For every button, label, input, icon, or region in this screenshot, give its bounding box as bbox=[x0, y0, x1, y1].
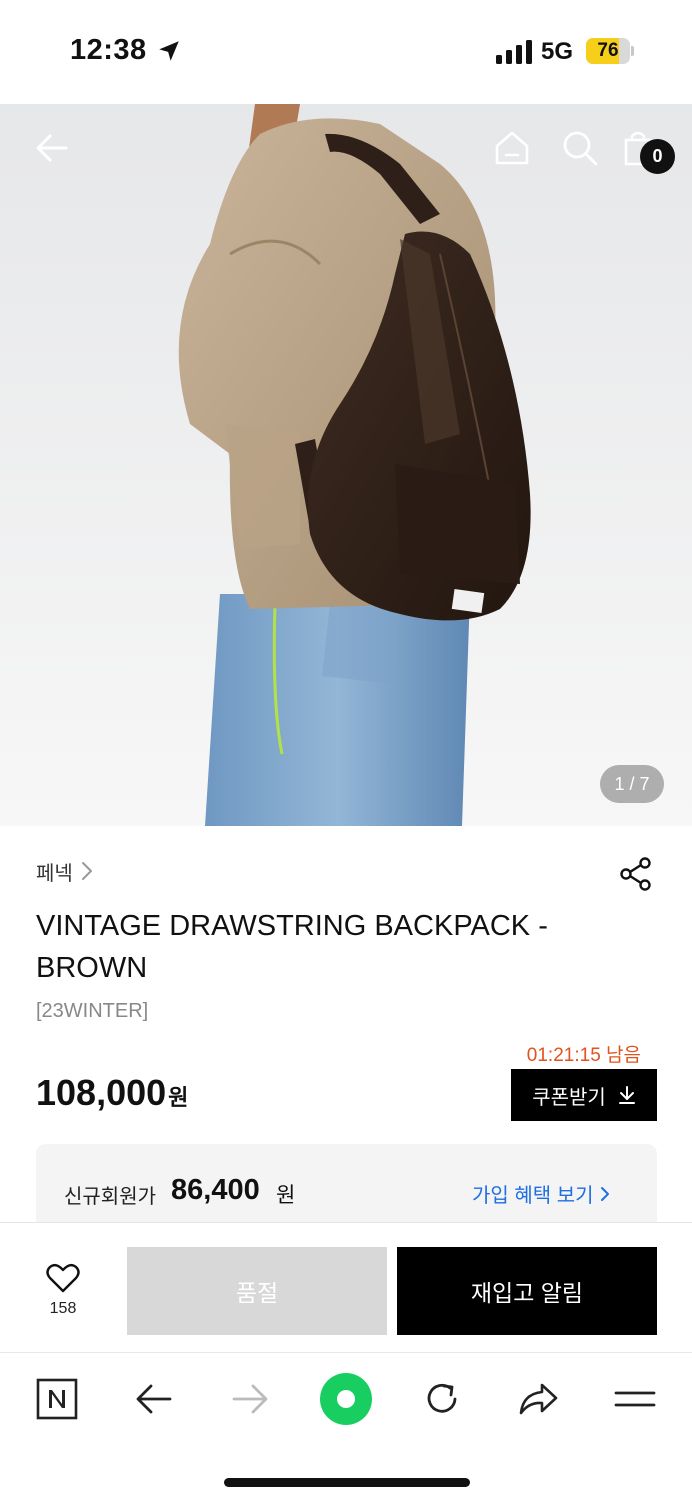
back-arrow-icon[interactable] bbox=[32, 128, 72, 168]
price-unit: 원 bbox=[168, 1085, 189, 1110]
product-photo bbox=[0, 104, 692, 826]
network-type: 5G bbox=[541, 38, 574, 65]
signup-benefit-label: 가입 혜택 보기 bbox=[472, 1185, 594, 1207]
member-price-label: 신규회원가 bbox=[64, 1186, 156, 1208]
soldout-button: 품절 bbox=[127, 1247, 387, 1335]
location-arrow-icon bbox=[159, 41, 179, 61]
brand-name: 페넥 bbox=[36, 862, 73, 885]
home-indicator bbox=[224, 1478, 470, 1487]
brand-link[interactable]: 페넥 bbox=[36, 855, 93, 887]
product-title: VINTAGE DRAWSTRING BACKPACK - BROWN bbox=[36, 910, 548, 984]
menu-icon[interactable] bbox=[613, 1377, 657, 1421]
purchase-bar: 158 품절 재입고 알림 bbox=[0, 1222, 692, 1352]
search-icon[interactable] bbox=[560, 128, 600, 168]
like-button[interactable]: 158 bbox=[30, 1263, 96, 1323]
member-price: 86,400 bbox=[171, 1174, 260, 1206]
chevron-right-icon bbox=[81, 862, 92, 880]
cellular-signal-icon bbox=[496, 40, 532, 64]
status-bar: 12:38 5G 76 bbox=[0, 0, 692, 104]
coupon-download-button[interactable]: 쿠폰받기 bbox=[511, 1069, 657, 1121]
price-amount: 108,000 bbox=[36, 1072, 167, 1113]
refresh-icon[interactable] bbox=[420, 1377, 464, 1421]
like-count: 158 bbox=[49, 1300, 77, 1317]
coupon-countdown: 01:21:15 남음 bbox=[526, 1045, 641, 1066]
heart-icon bbox=[46, 1263, 80, 1293]
browser-toolbar bbox=[0, 1352, 692, 1500]
share-arrow-icon[interactable] bbox=[516, 1377, 560, 1421]
green-dot-icon[interactable] bbox=[318, 1371, 374, 1427]
signup-benefit-link[interactable]: 가입 혜택 보기 bbox=[472, 1179, 610, 1208]
naver-n-icon[interactable] bbox=[35, 1377, 79, 1421]
battery-level: 76 bbox=[597, 40, 619, 61]
member-price-unit: 원 bbox=[276, 1184, 296, 1207]
forward-icon[interactable] bbox=[228, 1377, 272, 1421]
back-icon[interactable] bbox=[132, 1377, 176, 1421]
product-image-carousel[interactable]: 1 / 7 bbox=[0, 104, 692, 826]
share-icon[interactable] bbox=[618, 856, 654, 892]
coupon-label: 쿠폰받기 bbox=[532, 1086, 606, 1109]
restock-alert-button[interactable]: 재입고 알림 bbox=[397, 1247, 657, 1335]
battery-indicator: 76 bbox=[586, 38, 634, 64]
download-icon bbox=[618, 1086, 635, 1104]
product-price: 108,000 원 bbox=[36, 1072, 188, 1114]
product-season-tag: [23WINTER] bbox=[36, 1000, 149, 1022]
status-time: 12:38 bbox=[70, 34, 147, 66]
chevron-right-icon bbox=[600, 1186, 609, 1201]
image-page-indicator: 1 / 7 bbox=[600, 765, 664, 803]
new-member-price-box: 신규회원가 86,400 원 가입 혜택 보기 bbox=[36, 1144, 657, 1224]
home-icon[interactable] bbox=[492, 128, 532, 168]
cart-count-badge[interactable]: 0 bbox=[640, 139, 675, 174]
